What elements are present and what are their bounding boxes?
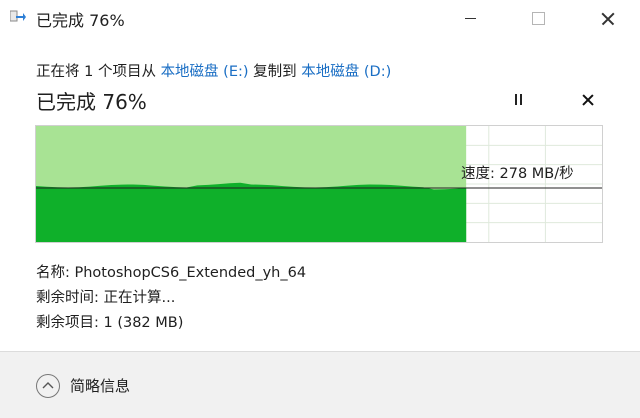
- copy-arrow-icon: [10, 10, 26, 22]
- footer-bar: 简略信息: [0, 351, 640, 418]
- source-drive-link[interactable]: 本地磁盘 (E:): [161, 64, 249, 80]
- copy-description: 正在将 1 个项目从 本地磁盘 (E:) 复制到 本地磁盘 (D:): [36, 60, 391, 81]
- title-bar: 已完成 76%: [0, 0, 640, 36]
- chevron-up-icon: [42, 382, 54, 389]
- collapse-toggle-label[interactable]: 简略信息: [70, 375, 130, 396]
- close-button[interactable]: [584, 0, 630, 36]
- pause-button[interactable]: [508, 90, 528, 110]
- maximize-button[interactable]: [516, 0, 562, 36]
- destination-drive-link[interactable]: 本地磁盘 (D:): [301, 64, 391, 80]
- file-name: 名称: PhotoshopCS6_Extended_yh_64: [36, 265, 307, 281]
- cancel-button[interactable]: [578, 90, 598, 110]
- copy-middle-text: 复制到: [248, 64, 302, 80]
- collapse-toggle-button[interactable]: [36, 374, 60, 398]
- items-remaining: 剩余项目: 1 (382 MB): [36, 315, 184, 331]
- speed-label: 速度: 278 MB/秒: [461, 166, 574, 182]
- speed-history-area: [36, 182, 467, 242]
- minimize-button[interactable]: [448, 0, 494, 36]
- copy-prefix-text: 正在将 1 个项目从: [36, 64, 161, 80]
- window-title: 已完成 76%: [36, 11, 125, 30]
- progress-status-title: 已完成 76%: [36, 90, 147, 114]
- time-remaining: 剩余时间: 正在计算...: [36, 290, 176, 306]
- transfer-speed-graph: [35, 125, 603, 243]
- speed-graph-canvas: [36, 126, 602, 242]
